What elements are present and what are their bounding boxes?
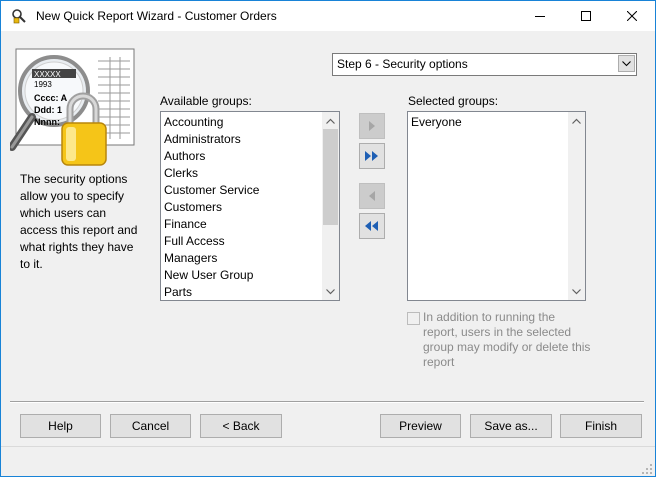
preview-button[interactable]: Preview xyxy=(380,414,461,438)
available-groups-list[interactable]: Accounting Administrators Authors Clerks… xyxy=(160,111,340,301)
illustration-line: Ddd: 1 xyxy=(34,105,62,115)
wizard-window: New Quick Report Wizard - Customer Order… xyxy=(0,0,656,477)
illustration-line: Nnnn: xyxy=(34,117,60,127)
chevron-down-icon xyxy=(572,288,581,294)
scroll-down-button[interactable] xyxy=(568,283,585,300)
title-bar[interactable]: New Quick Report Wizard - Customer Order… xyxy=(1,1,655,31)
scrollbar-thumb[interactable] xyxy=(323,129,338,225)
list-item[interactable]: Everyone xyxy=(408,114,568,131)
list-item[interactable]: Customer Service xyxy=(161,182,322,199)
save-as-button[interactable]: Save as... xyxy=(470,414,552,438)
arrow-right-icon xyxy=(369,121,375,131)
maximize-button[interactable] xyxy=(563,1,609,31)
double-arrow-right-icon xyxy=(365,151,378,161)
modify-rights-label: In addition to running the report, users… xyxy=(423,310,591,369)
list-item[interactable]: Administrators xyxy=(161,131,322,148)
list-item[interactable]: Authors xyxy=(161,148,322,165)
close-button[interactable] xyxy=(609,1,655,31)
back-button[interactable]: < Back xyxy=(200,414,282,438)
chevron-down-icon xyxy=(326,288,335,294)
close-icon xyxy=(627,11,637,21)
window-title: New Quick Report Wizard - Customer Order… xyxy=(36,9,277,23)
scroll-up-button[interactable] xyxy=(568,112,585,129)
list-item[interactable]: Managers xyxy=(161,250,322,267)
instructions-text: The security options allow you to specif… xyxy=(20,172,138,271)
modify-rights-checkbox[interactable] xyxy=(407,312,420,325)
list-item[interactable]: Clerks xyxy=(161,165,322,182)
add-group-button[interactable] xyxy=(359,113,385,139)
resize-grip-icon[interactable] xyxy=(641,463,653,475)
quick-report-icon xyxy=(12,9,26,24)
step-dropdown-button[interactable] xyxy=(618,55,635,72)
available-groups-label: Available groups: xyxy=(160,94,252,108)
list-item[interactable]: Accounting xyxy=(161,114,322,131)
finish-button[interactable]: Finish xyxy=(560,414,642,438)
chevron-up-icon xyxy=(326,118,335,124)
footer-divider xyxy=(10,401,644,403)
list-item[interactable]: Parts xyxy=(161,284,322,300)
step-dropdown[interactable]: Step 6 - Security options xyxy=(332,53,637,76)
available-list-scrollbar[interactable] xyxy=(322,112,339,300)
add-all-groups-button[interactable] xyxy=(359,143,385,169)
scroll-up-button[interactable] xyxy=(322,112,339,129)
selected-groups-label: Selected groups: xyxy=(408,94,499,108)
help-button[interactable]: Help xyxy=(20,414,101,438)
chevron-down-icon xyxy=(622,60,631,66)
double-arrow-left-icon xyxy=(365,221,378,231)
cancel-button[interactable]: Cancel xyxy=(110,414,191,438)
arrow-left-icon xyxy=(369,191,375,201)
selected-list-scrollbar[interactable] xyxy=(568,112,585,300)
scroll-down-button[interactable] xyxy=(322,283,339,300)
security-lock-magnifier-icon: XXXXX 1993 Cccc: A Ddd: 1 Nnnn: xyxy=(10,48,135,166)
list-item[interactable]: Finance xyxy=(161,216,322,233)
illustration-line: 1993 xyxy=(34,80,52,89)
remove-all-groups-button[interactable] xyxy=(359,213,385,239)
remove-group-button[interactable] xyxy=(359,183,385,209)
wizard-body: XXXXX 1993 Cccc: A Ddd: 1 Nnnn: The secu… xyxy=(1,31,655,446)
illustration-line: XXXXX xyxy=(34,70,61,79)
list-item[interactable]: Customers xyxy=(161,199,322,216)
chevron-up-icon xyxy=(572,118,581,124)
illustration-line: Cccc: A xyxy=(34,93,68,103)
minimize-button[interactable] xyxy=(517,1,563,31)
selected-groups-list[interactable]: Everyone xyxy=(407,111,586,301)
step-dropdown-value: Step 6 - Security options xyxy=(337,57,468,71)
status-bar xyxy=(1,446,655,476)
list-item[interactable]: New User Group xyxy=(161,267,322,284)
maximize-icon xyxy=(581,11,591,21)
list-item[interactable]: Full Access xyxy=(161,233,322,250)
minimize-icon xyxy=(535,16,545,17)
